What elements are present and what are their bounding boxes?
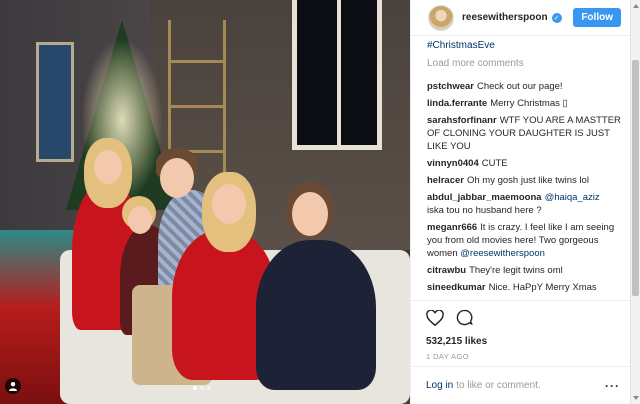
photo-person-woman-face bbox=[94, 150, 122, 184]
heart-icon[interactable] bbox=[426, 308, 444, 329]
carousel-dot bbox=[200, 386, 204, 390]
comment-text: Nice. HaPpY Merry Xmas bbox=[488, 282, 597, 293]
photo-person-girl-red-face bbox=[212, 184, 246, 224]
comment-icon[interactable] bbox=[456, 309, 473, 329]
post-photo[interactable] bbox=[0, 0, 410, 404]
comment-text: They're legit twins oml bbox=[469, 265, 563, 276]
comment-item: linda.ferrante Merry Christmas ▯ bbox=[427, 97, 623, 110]
carousel-dot bbox=[207, 386, 211, 390]
caption-hashtag[interactable]: #ChristmasEve bbox=[427, 39, 623, 53]
comment-item: pstchwear Check out our page! bbox=[427, 80, 623, 93]
carousel-indicator bbox=[193, 386, 211, 390]
comment-text: Check out our page! bbox=[477, 81, 563, 92]
comment-mention-link[interactable]: @reesewitherspoon bbox=[460, 248, 545, 259]
comment-username[interactable]: abdul_jabbar_maemoona bbox=[427, 192, 542, 203]
follow-button[interactable]: Follow bbox=[573, 8, 621, 27]
scrollbar-thumb[interactable] bbox=[632, 60, 639, 296]
comment-username[interactable]: pstchwear bbox=[427, 81, 474, 92]
comment-text: Oh my gosh just like twins lol bbox=[466, 175, 589, 186]
more-options-button[interactable]: ··· bbox=[605, 379, 620, 393]
comment-item: sineedkumar Nice. HaPpY Merry Xmas bbox=[427, 281, 623, 294]
photo-person-teen-boy-face bbox=[160, 158, 194, 198]
photo-person-girl-navy bbox=[256, 240, 376, 390]
scrollbar[interactable] bbox=[630, 0, 640, 404]
comment-username[interactable]: linda.ferrante bbox=[427, 98, 487, 109]
comment-username[interactable]: sineedkumar bbox=[427, 282, 486, 293]
comment-mention-link[interactable]: @haiqa_aziz bbox=[545, 192, 600, 203]
post-date: 1 DAY AGO bbox=[426, 352, 469, 361]
comment-username[interactable]: meganr666 bbox=[427, 222, 477, 233]
tag-person-icon[interactable] bbox=[5, 378, 21, 394]
post-header: reesewitherspoon ✓ Follow bbox=[411, 0, 630, 36]
comment-username[interactable]: vinnyn0404 bbox=[427, 158, 479, 169]
comment-text: CUTE bbox=[481, 158, 508, 169]
comment-item: vinnyn0404 CUTE bbox=[427, 157, 623, 170]
verified-badge-icon: ✓ bbox=[551, 12, 562, 23]
comment-text: iska tou no husband here ? bbox=[427, 205, 542, 216]
scroll-down-icon[interactable] bbox=[633, 396, 639, 400]
photo-person-girl-navy-face bbox=[292, 192, 328, 236]
photo-window bbox=[292, 0, 382, 150]
comment-username[interactable]: sarahsforfinanr bbox=[427, 115, 497, 126]
login-footer: Log in to like or comment. ··· bbox=[410, 366, 630, 404]
avatar[interactable] bbox=[428, 4, 454, 31]
comment-item: citrawbu They're legit twins oml bbox=[427, 264, 623, 277]
comment-item: sarahsforfinanr WTF YOU ARE A MASTTER OF … bbox=[427, 114, 623, 153]
post-actions: 532,215 likes 1 DAY AGO bbox=[410, 300, 630, 361]
load-more-comments-link[interactable]: Load more comments bbox=[427, 57, 623, 71]
likes-count[interactable]: 532,215 likes bbox=[426, 336, 614, 347]
scroll-up-icon[interactable] bbox=[633, 4, 639, 8]
carousel-dot bbox=[193, 386, 197, 390]
comment-text: Merry Christmas ▯ bbox=[490, 98, 568, 109]
comment-item: abdul_jabbar_maemoona @haiqa_aziz iska tou… bbox=[427, 191, 623, 217]
post-username[interactable]: reesewitherspoon bbox=[462, 12, 548, 23]
comment-item: helracer Oh my gosh just like twins lol bbox=[427, 174, 623, 187]
photo-person-small-boy-face bbox=[128, 206, 152, 234]
login-link[interactable]: Log in bbox=[426, 380, 453, 391]
comment-username[interactable]: citrawbu bbox=[427, 265, 466, 276]
comment-list: #ChristmasEve Load more comments pstchwe… bbox=[427, 36, 623, 298]
comment-username[interactable]: helracer bbox=[427, 175, 464, 186]
login-prompt-text: to like or comment. bbox=[456, 380, 541, 391]
comment-item: meganr666 It is crazy. I feel like I am s… bbox=[427, 221, 623, 260]
